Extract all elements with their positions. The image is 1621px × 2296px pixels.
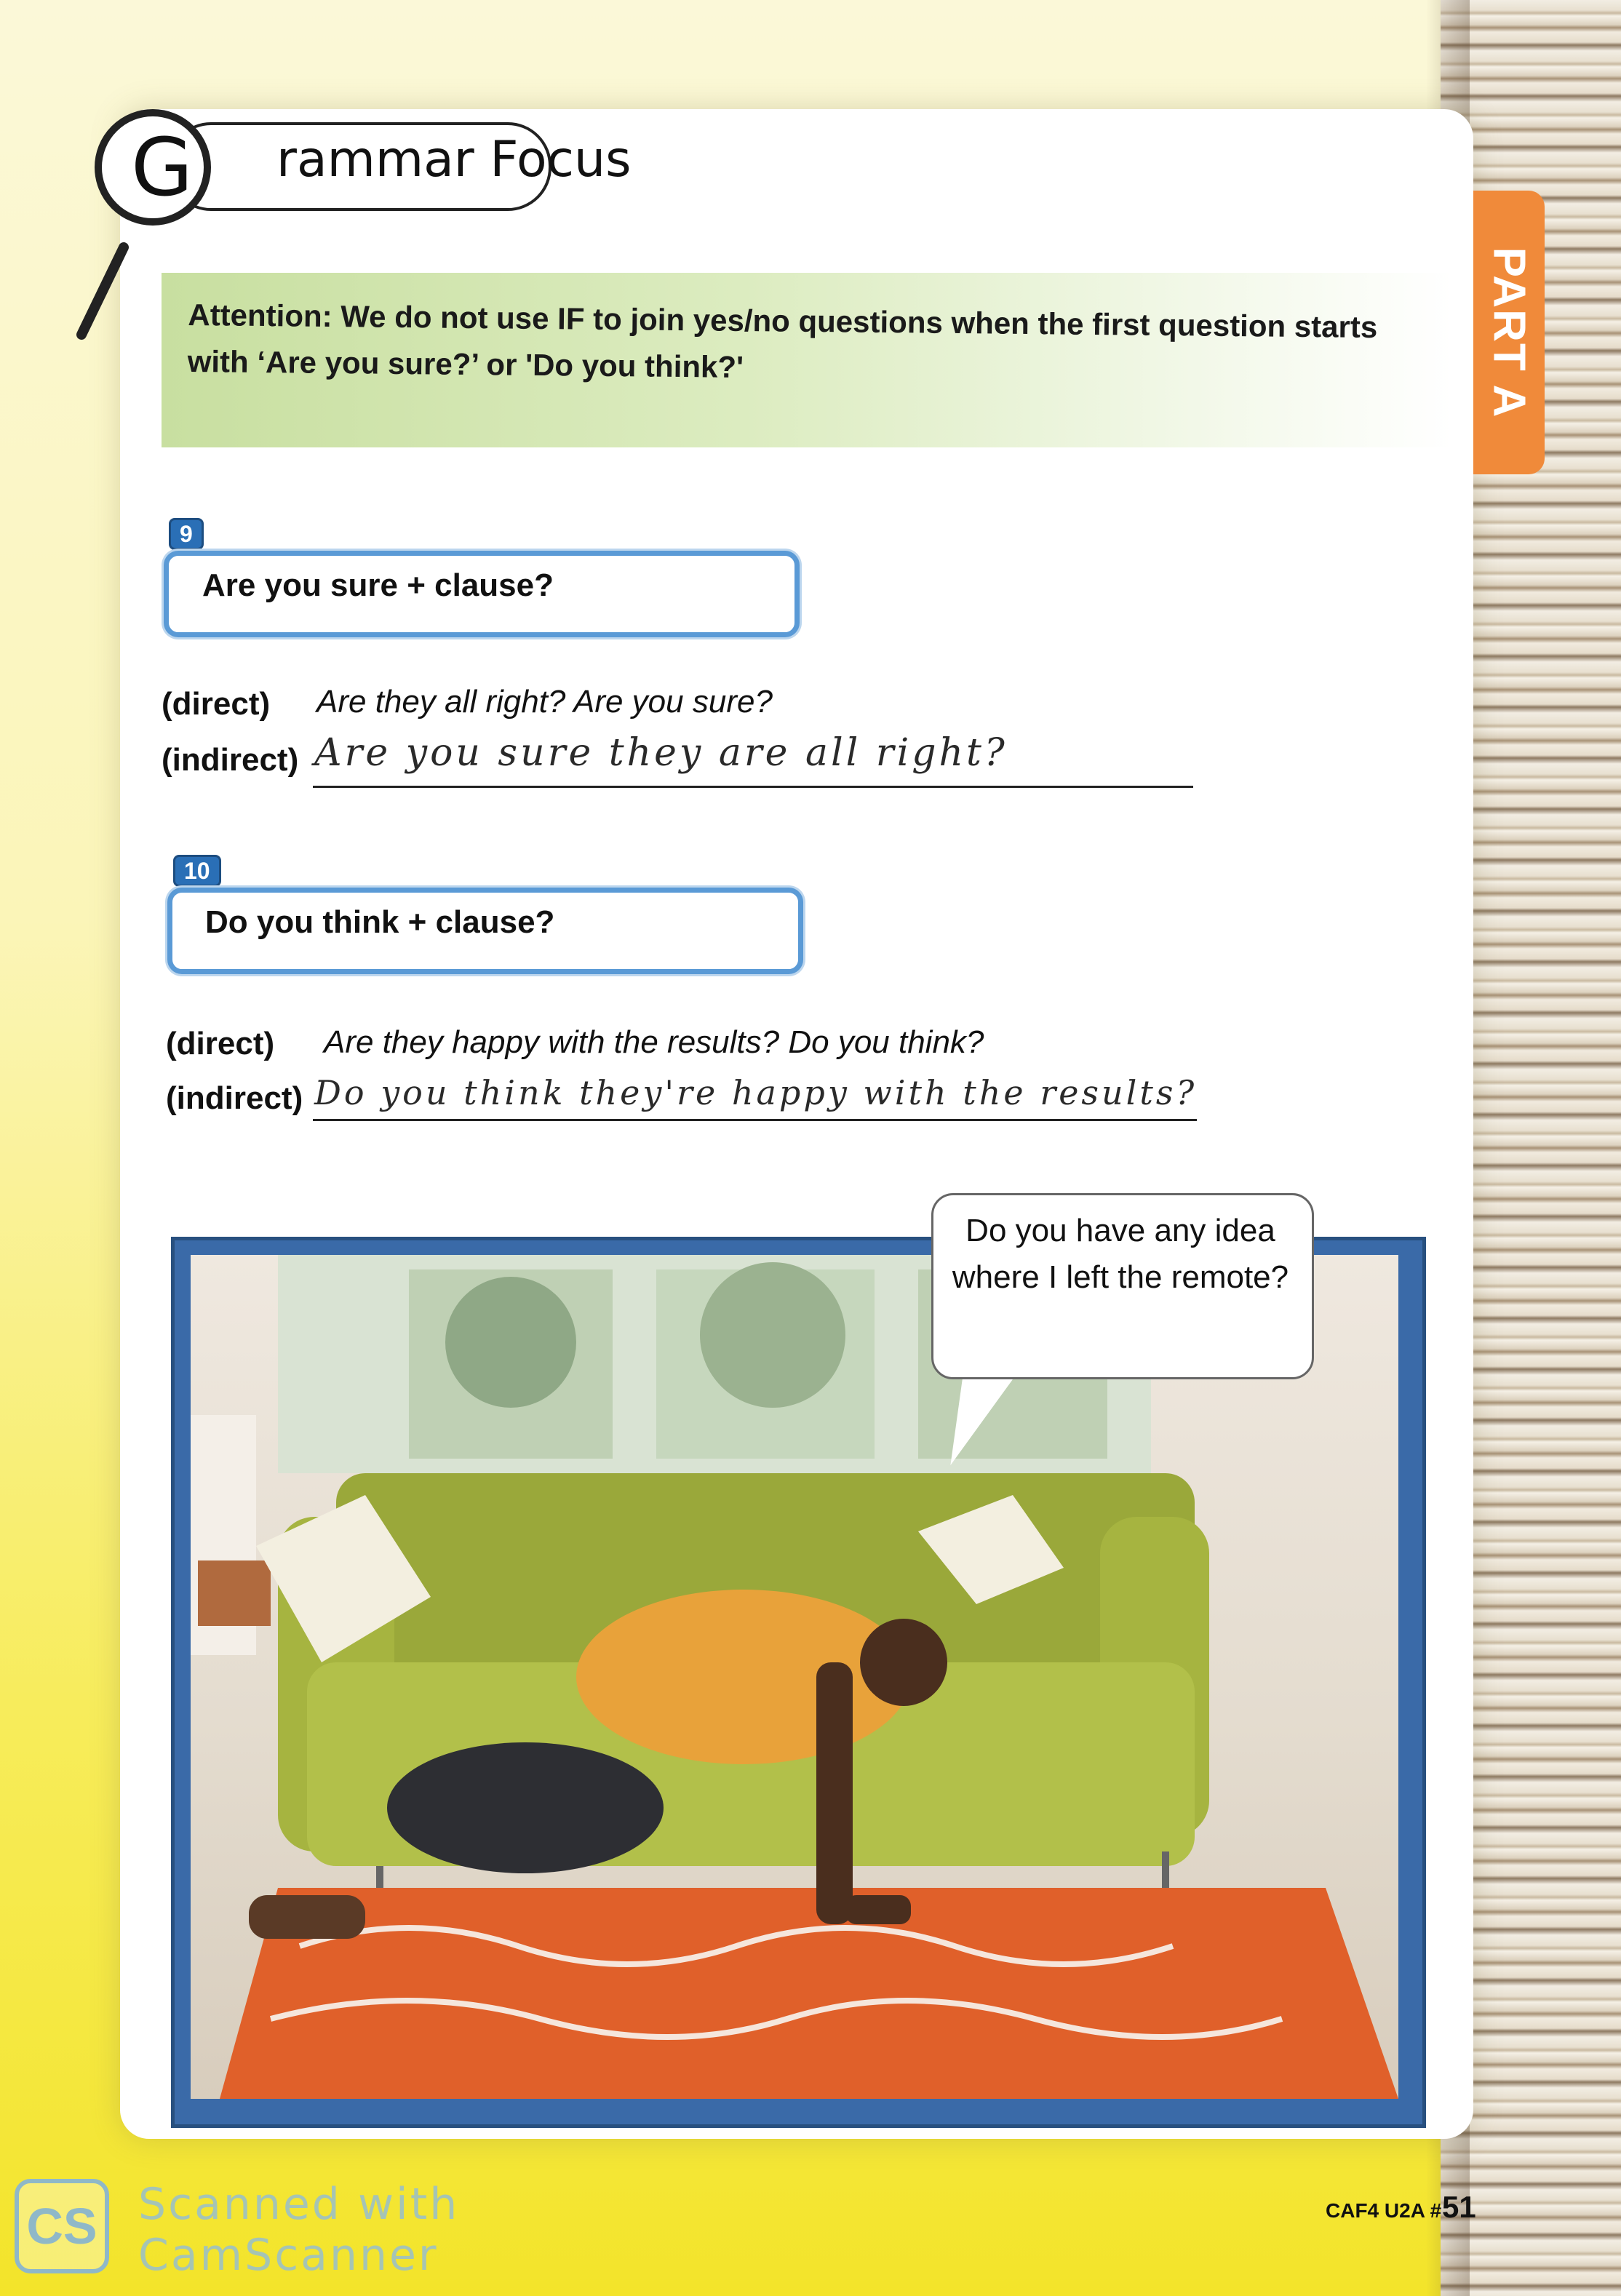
camscanner-logo: CS: [15, 2179, 109, 2273]
direct-label: (direct): [166, 1026, 275, 1061]
item-number-badge: 9: [169, 518, 204, 550]
part-tab: PART A: [1473, 191, 1545, 474]
page-code: CAF4 U2A #: [1326, 2199, 1442, 2222]
indirect-answer: Are you sure they are all right?: [314, 731, 1008, 775]
part-tab-label: PART A: [1483, 247, 1534, 418]
svg-text:G: G: [131, 121, 193, 214]
answer-line: [313, 1119, 1197, 1121]
speech-bubble-text: Do you have any idea where I left the re…: [952, 1213, 1289, 1295]
watermark-line-1: Scanned with: [138, 2179, 460, 2230]
direct-question: Are they all right? Are you sure?: [316, 684, 773, 720]
page-title: rammar Focus: [196, 131, 632, 188]
item-number-badge: 10: [173, 855, 221, 887]
direct-question: Are they happy with the results? Do you …: [324, 1024, 984, 1060]
direct-label: (direct): [162, 686, 271, 722]
rule-text: Are you sure + clause?: [202, 567, 554, 603]
photo-illustration: [191, 1255, 1398, 2099]
rule-text: Do you think + clause?: [205, 904, 555, 940]
answer-line: [313, 786, 1193, 788]
indirect-label: (indirect): [162, 742, 299, 778]
watermark-line-2: CamScanner: [138, 2230, 439, 2281]
attention-text: Attention: We do not use IF to join yes/…: [187, 297, 1378, 384]
page-number: 51: [1442, 2190, 1476, 2224]
page-title-rest: rammar Focus: [276, 131, 632, 188]
page: PART A G rammar Focus Attention: We do n…: [0, 0, 1621, 2296]
indirect-label: (indirect): [166, 1080, 303, 1116]
indirect-answer: Do you think they're happy with the resu…: [314, 1073, 1198, 1112]
living-room-photo: [191, 1255, 1398, 2099]
